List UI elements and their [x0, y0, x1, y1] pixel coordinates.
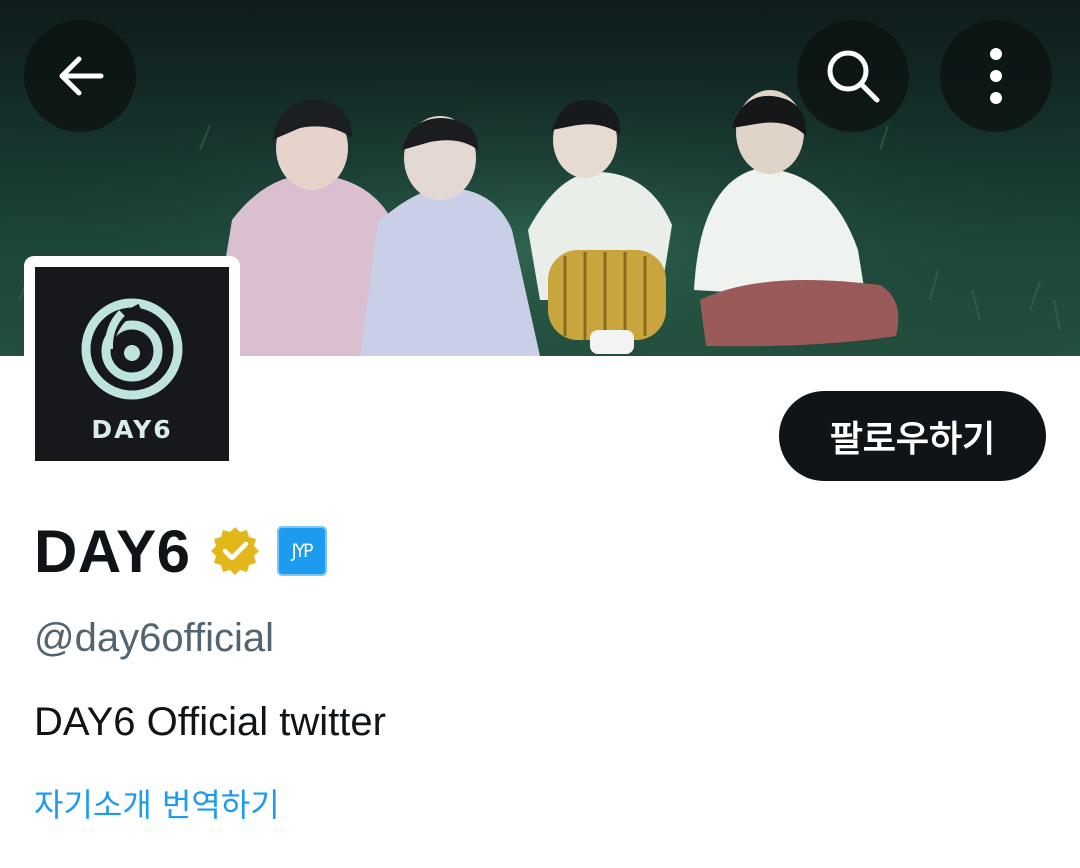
gold-verified-badge-icon[interactable]: [209, 525, 261, 577]
translate-bio-link[interactable]: 자기소개 번역하기: [34, 780, 280, 826]
more-options-button[interactable]: [940, 20, 1052, 132]
profile-avatar-frame[interactable]: DAY6: [24, 256, 240, 472]
search-button[interactable]: [797, 20, 909, 132]
profile-handle: @day6official: [34, 616, 274, 660]
arrow-left-icon: [59, 56, 104, 96]
avatar-logo-text: DAY6: [91, 415, 173, 444]
profile-avatar: DAY6: [35, 267, 229, 461]
search-icon: [827, 50, 880, 103]
profile-bio: DAY6 Official twitter: [34, 700, 386, 744]
display-name: DAY6: [34, 517, 191, 585]
more-vertical-icon: [990, 48, 1002, 104]
follow-button[interactable]: 팔로우하기: [779, 391, 1046, 481]
affiliate-badge-jyp[interactable]: JYP: [276, 526, 327, 576]
back-button[interactable]: [24, 20, 136, 132]
affiliate-badge-text: JYP: [291, 540, 314, 562]
profile-page: DAY6 팔로우하기 DAY6 JYP @day6official DAY6 O…: [0, 0, 1080, 868]
profile-name-row: DAY6 JYP: [34, 516, 327, 586]
day6-logo-icon: [81, 298, 183, 400]
